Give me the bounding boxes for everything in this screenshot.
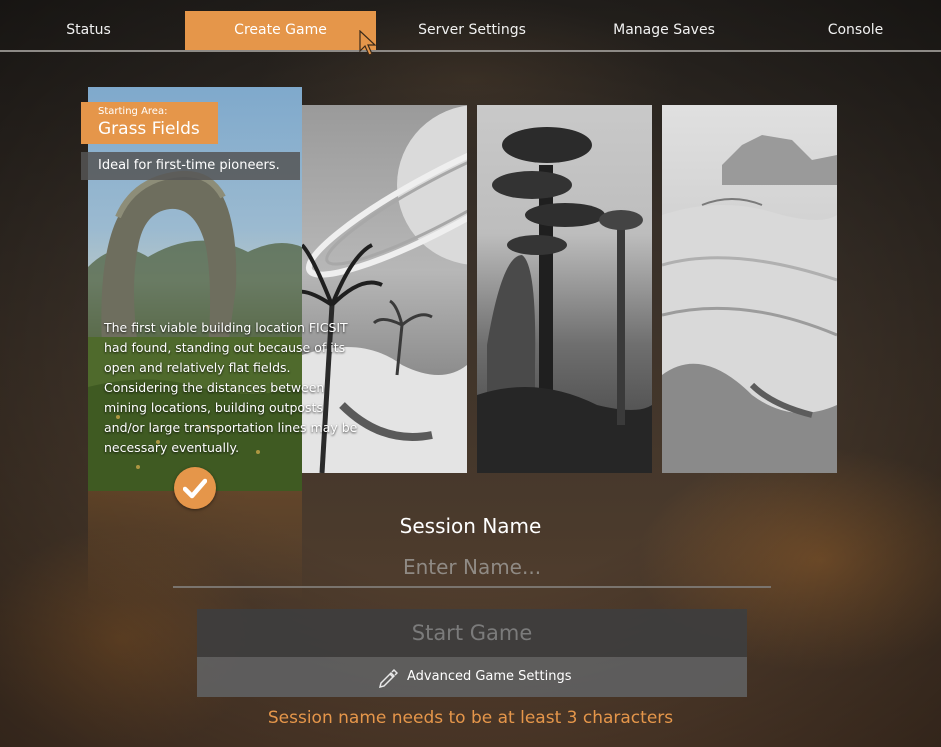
dune-desert-art	[662, 135, 837, 473]
starting-area-name: Grass Fields	[98, 119, 200, 139]
advanced-settings-label: Advanced Game Settings	[407, 669, 572, 684]
area-tagline-strip: Ideal for first-time pioneers.	[81, 152, 300, 180]
forest-art	[477, 127, 652, 473]
pencil-icon	[378, 668, 398, 688]
nav-divider	[0, 50, 941, 52]
tab-console[interactable]: Console	[770, 11, 941, 50]
mouse-cursor-icon	[359, 30, 377, 56]
tab-manage-saves[interactable]: Manage Saves	[568, 11, 760, 50]
session-name-input[interactable]	[173, 548, 771, 588]
session-name-label: Session Name	[399, 514, 542, 538]
checkmark-icon	[183, 478, 207, 499]
tab-status[interactable]: Status	[0, 11, 177, 50]
map-card-4[interactable]	[662, 105, 837, 473]
advanced-settings-button[interactable]: Advanced Game Settings	[197, 657, 747, 697]
top-nav: Status Create Game Server Settings Manag…	[0, 0, 941, 52]
selected-check-icon[interactable]	[174, 467, 216, 509]
area-tagline: Ideal for first-time pioneers.	[98, 158, 280, 173]
area-description: The first viable building location FICSI…	[104, 320, 358, 455]
map-card-3[interactable]	[477, 105, 652, 473]
start-game-button[interactable]: Start Game	[197, 609, 747, 657]
tab-server-settings[interactable]: Server Settings	[376, 11, 568, 50]
tab-create-game[interactable]: Create Game	[185, 11, 376, 50]
starting-area-caption: Starting Area:	[98, 106, 168, 117]
starting-area-tag: Starting Area: Grass Fields	[81, 102, 218, 144]
validation-error: Session name needs to be at least 3 char…	[267, 708, 674, 728]
